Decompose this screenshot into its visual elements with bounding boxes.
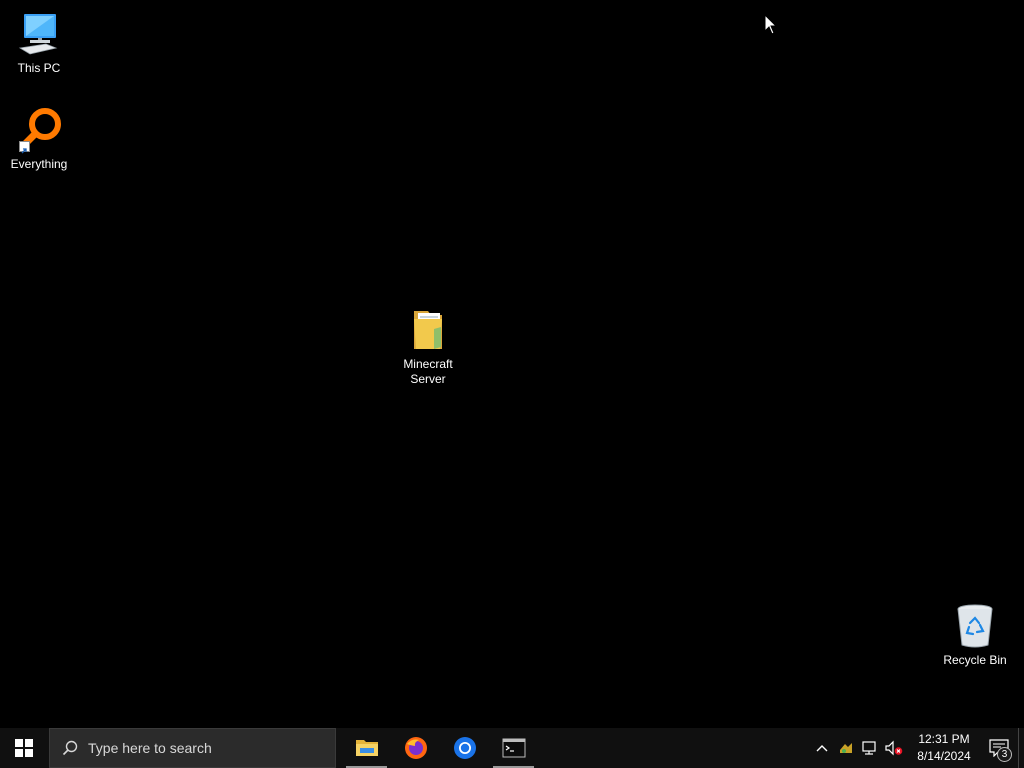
network-icon — [862, 741, 876, 755]
notification-count-badge: 3 — [997, 747, 1012, 762]
desktop-icon-label: Recycle Bin — [943, 653, 1007, 667]
desktop-icon-label: Everything — [10, 157, 68, 171]
clock-date: 8/14/2024 — [917, 749, 971, 763]
folder-icon — [404, 306, 452, 354]
taskbar: Type here to search 12:31 PM 8/14/2024 3 — [0, 728, 1024, 768]
show-desktop-button[interactable] — [1018, 728, 1024, 768]
taskbar-app-firefox[interactable] — [391, 728, 440, 768]
clock[interactable]: 12:31 PM 8/14/2024 — [908, 731, 980, 765]
windows-logo-icon — [15, 739, 33, 757]
volume-muted-icon — [885, 740, 903, 756]
clock-time: 12:31 PM — [918, 732, 970, 746]
desktop-icon-minecraft-server[interactable]: Minecraft Server — [390, 306, 466, 387]
start-button[interactable] — [0, 728, 48, 768]
desktop-icon-this-pc[interactable]: This PC — [1, 10, 77, 76]
recycle-bin-icon — [951, 602, 999, 650]
this-pc-icon — [15, 10, 63, 58]
taskbar-app-file-explorer[interactable] — [342, 728, 391, 768]
action-center-button[interactable]: 3 — [980, 728, 1018, 768]
mouse-cursor-icon — [764, 13, 778, 36]
tray-app-button[interactable] — [834, 728, 858, 768]
terminal-icon — [502, 738, 525, 758]
desktop[interactable]: This PC Everything Minecraft Server Recy… — [0, 0, 1024, 728]
system-tray: 12:31 PM 8/14/2024 3 — [810, 728, 1024, 768]
desktop-icon-recycle-bin[interactable]: Recycle Bin — [937, 602, 1013, 668]
chevron-up-icon — [816, 745, 828, 752]
desktop-icon-label: This PC — [17, 61, 61, 75]
desktop-icon-label: Minecraft Server — [403, 357, 453, 386]
shortcut-arrow-icon — [19, 141, 30, 154]
network-button[interactable] — [858, 728, 882, 768]
desktop-icon-everything[interactable]: Everything — [1, 106, 77, 172]
show-hidden-icons-button[interactable] — [810, 728, 834, 768]
taskbar-apps — [342, 728, 538, 768]
search-placeholder: Type here to search — [88, 740, 212, 756]
chrome-icon — [453, 737, 476, 759]
taskbar-app-chrome[interactable] — [440, 728, 489, 768]
taskbar-search-box[interactable]: Type here to search — [49, 728, 336, 768]
search-icon — [62, 740, 78, 756]
tray-app-icon — [840, 743, 852, 753]
taskbar-app-terminal[interactable] — [489, 728, 538, 768]
file-explorer-icon — [355, 740, 378, 756]
everything-search-icon — [15, 106, 63, 154]
volume-button[interactable] — [882, 728, 906, 768]
firefox-icon — [404, 737, 427, 759]
